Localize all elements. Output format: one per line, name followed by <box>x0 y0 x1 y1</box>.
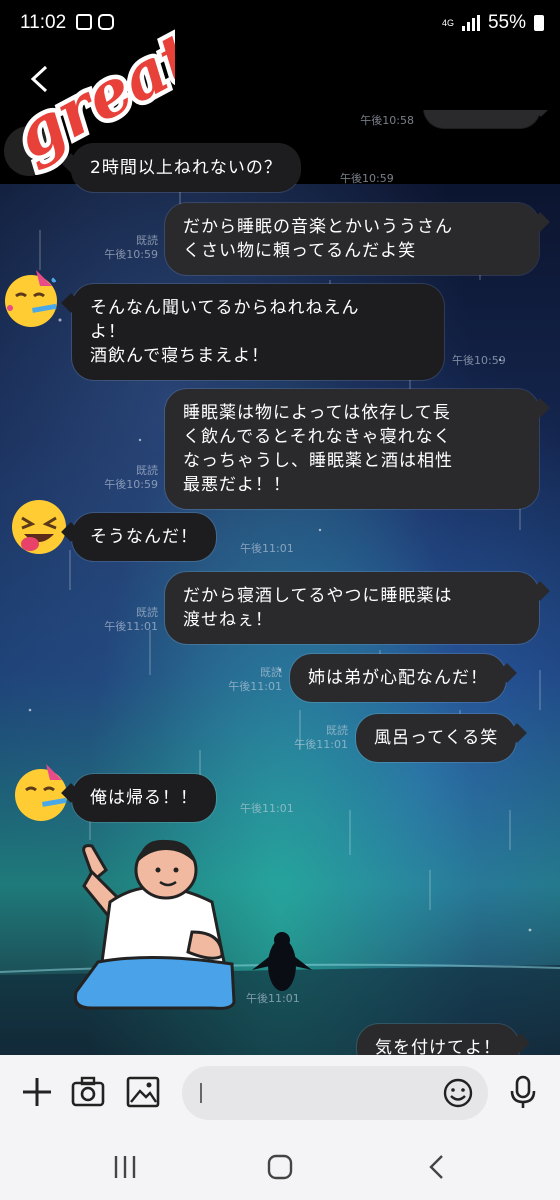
text-cursor <box>200 1083 202 1103</box>
battery-percent: 55% <box>487 12 526 33</box>
read-receipt: 既読 午後11:01 <box>104 606 158 633</box>
message-bubble[interactable]: そんなん聞いてるからねれねえん よ！ 酒飲んで寝ちまえよ！ <box>72 284 444 380</box>
emoji-icon[interactable] <box>442 1077 474 1109</box>
home-icon[interactable] <box>265 1152 295 1182</box>
message-time: 午後10:58 <box>360 114 414 127</box>
microphone-icon[interactable] <box>506 1075 540 1109</box>
message-bubble-previous[interactable] <box>424 110 540 128</box>
message-bubble[interactable]: 風呂ってくる笑 <box>356 714 517 762</box>
message-time: 午後11:01 <box>240 542 294 555</box>
system-navigation-bar <box>0 1130 560 1200</box>
recent-apps-icon[interactable] <box>110 1152 140 1182</box>
read-receipt: 既読 午後10:59 <box>104 234 158 261</box>
message-time: 午後10:59 <box>340 172 394 185</box>
message-time: 午後10:59 <box>452 354 506 367</box>
network-icon: 4G <box>441 17 454 28</box>
camera-icon[interactable] <box>71 1075 105 1109</box>
message-bubble[interactable]: 俺は帰る！！ <box>72 774 216 822</box>
message-input-bar <box>0 1055 560 1130</box>
message-bubble[interactable]: 気を付けてよ！ <box>357 1024 519 1055</box>
read-receipt: 既読 午後11:01 <box>294 724 348 751</box>
message-time: 午後11:01 <box>240 802 294 815</box>
great-sticker: great! <box>0 1 175 175</box>
waving-man-sticker[interactable] <box>62 832 242 1010</box>
read-receipt: 既読 午後11:01 <box>228 666 282 693</box>
message-bubble[interactable]: だから寝酒してるやつに睡眠薬は 渡せねぇ！ <box>165 572 539 644</box>
plus-icon[interactable] <box>20 1075 54 1109</box>
read-receipt: 既読 午後10:59 <box>104 464 158 491</box>
message-input[interactable] <box>182 1066 488 1120</box>
message-bubble[interactable]: 睡眠薬は物によっては依存して長 く飲んでるとそれなきゃ寝れなく なっちゃうし、睡… <box>165 389 539 509</box>
tongue-face-emoji-icon[interactable] <box>8 496 70 558</box>
message-time: 午後11:01 <box>246 992 300 1005</box>
battery-icon <box>534 15 544 31</box>
message-bubble[interactable]: そうなんだ！ <box>72 513 216 561</box>
party-face-emoji-icon[interactable] <box>0 268 62 330</box>
image-icon[interactable] <box>126 1075 160 1109</box>
message-bubble[interactable]: だから睡眠の音楽とかいううさん くさい物に頼ってるんだよ笑 <box>165 203 539 275</box>
sticker-text: great! <box>4 5 175 174</box>
signal-icon <box>461 15 480 31</box>
back-nav-icon[interactable] <box>422 1152 452 1182</box>
chat-area[interactable]: 午後10:58 2時間以上ねれないの？ 午後10:59 既読 午後10:59 だか… <box>0 110 560 1055</box>
message-bubble[interactable]: 姉は弟が心配なんだ！ <box>290 654 506 702</box>
